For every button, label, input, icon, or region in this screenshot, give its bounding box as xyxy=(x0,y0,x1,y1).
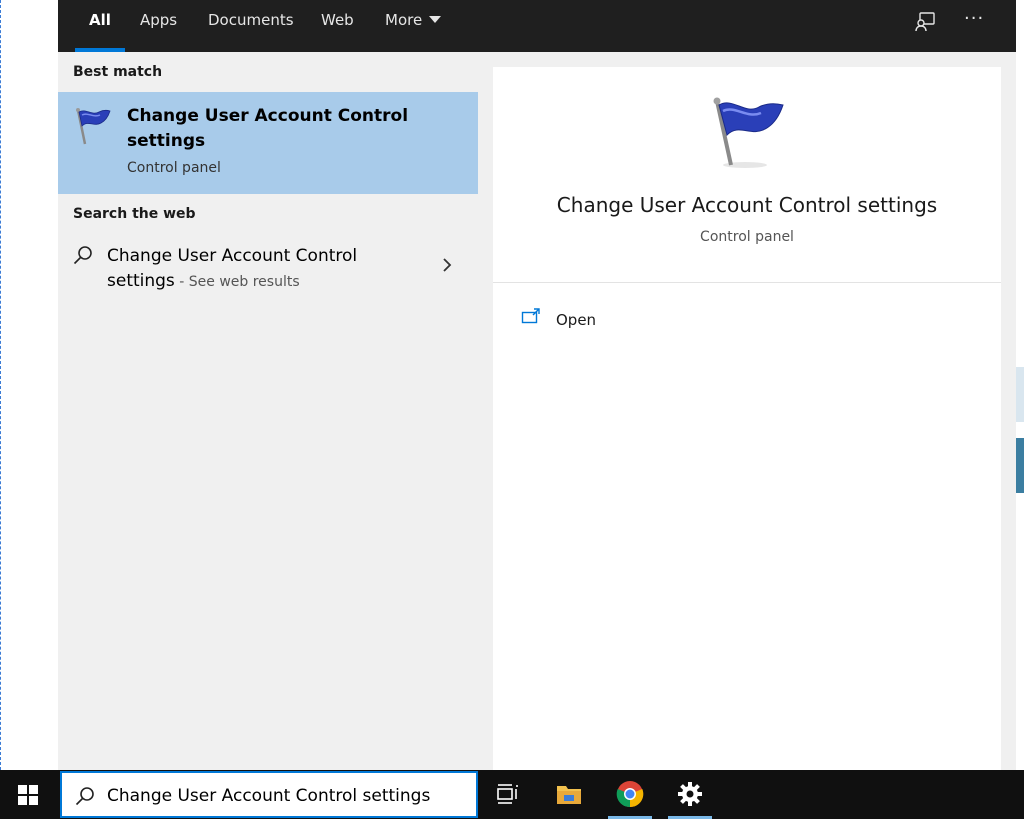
gear-icon xyxy=(678,782,702,806)
taskbar: Change User Account Control settings xyxy=(0,770,1024,819)
preview-pane: Change User Account Control settings Con… xyxy=(493,67,1001,770)
settings-button[interactable] xyxy=(666,770,714,819)
search-input-value[interactable]: Change User Account Control settings xyxy=(107,786,430,806)
preview-title: Change User Account Control settings xyxy=(556,193,938,217)
search-panel: All Apps Documents Web More ··· Best mat… xyxy=(58,0,1016,770)
desktop-background-right xyxy=(1016,0,1024,770)
section-best-match: Best match xyxy=(73,64,163,80)
task-view-button[interactable] xyxy=(484,770,532,819)
web-result-suffix: - See web results xyxy=(174,274,300,290)
uac-flag-icon xyxy=(76,108,111,145)
task-view-icon xyxy=(497,784,518,804)
tab-all[interactable]: All xyxy=(75,0,125,52)
desktop-background-left xyxy=(0,0,58,770)
chrome-icon xyxy=(616,781,644,808)
tab-documents[interactable]: Documents xyxy=(208,0,294,52)
best-match-title: Change User Account Control settings xyxy=(127,106,409,151)
preview-header: Change User Account Control settings Con… xyxy=(493,67,1001,283)
caret-down-icon xyxy=(429,16,442,23)
search-icon xyxy=(75,787,94,806)
tab-apps[interactable]: Apps xyxy=(140,0,177,52)
background-strip xyxy=(1016,367,1024,422)
ellipsis-icon[interactable]: ··· xyxy=(964,10,988,34)
tab-more[interactable]: More xyxy=(385,0,442,52)
best-match-subtitle: Control panel xyxy=(127,160,221,176)
web-search-result[interactable]: Change User Account Control settings - S… xyxy=(58,234,478,294)
search-tab-bar: All Apps Documents Web More ··· xyxy=(58,0,1016,52)
file-explorer-button[interactable] xyxy=(545,770,593,819)
feedback-icon[interactable] xyxy=(913,10,937,34)
web-result-text: Change User Account Control settings - S… xyxy=(107,244,407,295)
uac-flag-large-icon xyxy=(713,97,784,168)
start-button[interactable] xyxy=(0,770,58,819)
tab-web[interactable]: Web xyxy=(321,0,354,52)
folder-icon xyxy=(557,786,581,804)
open-action[interactable]: Open xyxy=(521,307,661,333)
background-strip-accent xyxy=(1016,438,1024,493)
preview-subtitle: Control panel xyxy=(700,229,794,245)
search-icon xyxy=(73,246,92,265)
chevron-right-icon[interactable] xyxy=(440,256,454,274)
results-list: Best match Change User Account Control s… xyxy=(58,52,478,770)
best-match-result[interactable]: Change User Account Control settings Con… xyxy=(58,92,478,194)
windows-logo-icon xyxy=(18,785,38,805)
section-search-web: Search the web xyxy=(73,206,196,222)
taskbar-search-box[interactable]: Change User Account Control settings xyxy=(60,771,478,818)
chrome-button[interactable] xyxy=(606,770,654,819)
open-label: Open xyxy=(556,311,597,329)
open-icon xyxy=(521,308,540,324)
